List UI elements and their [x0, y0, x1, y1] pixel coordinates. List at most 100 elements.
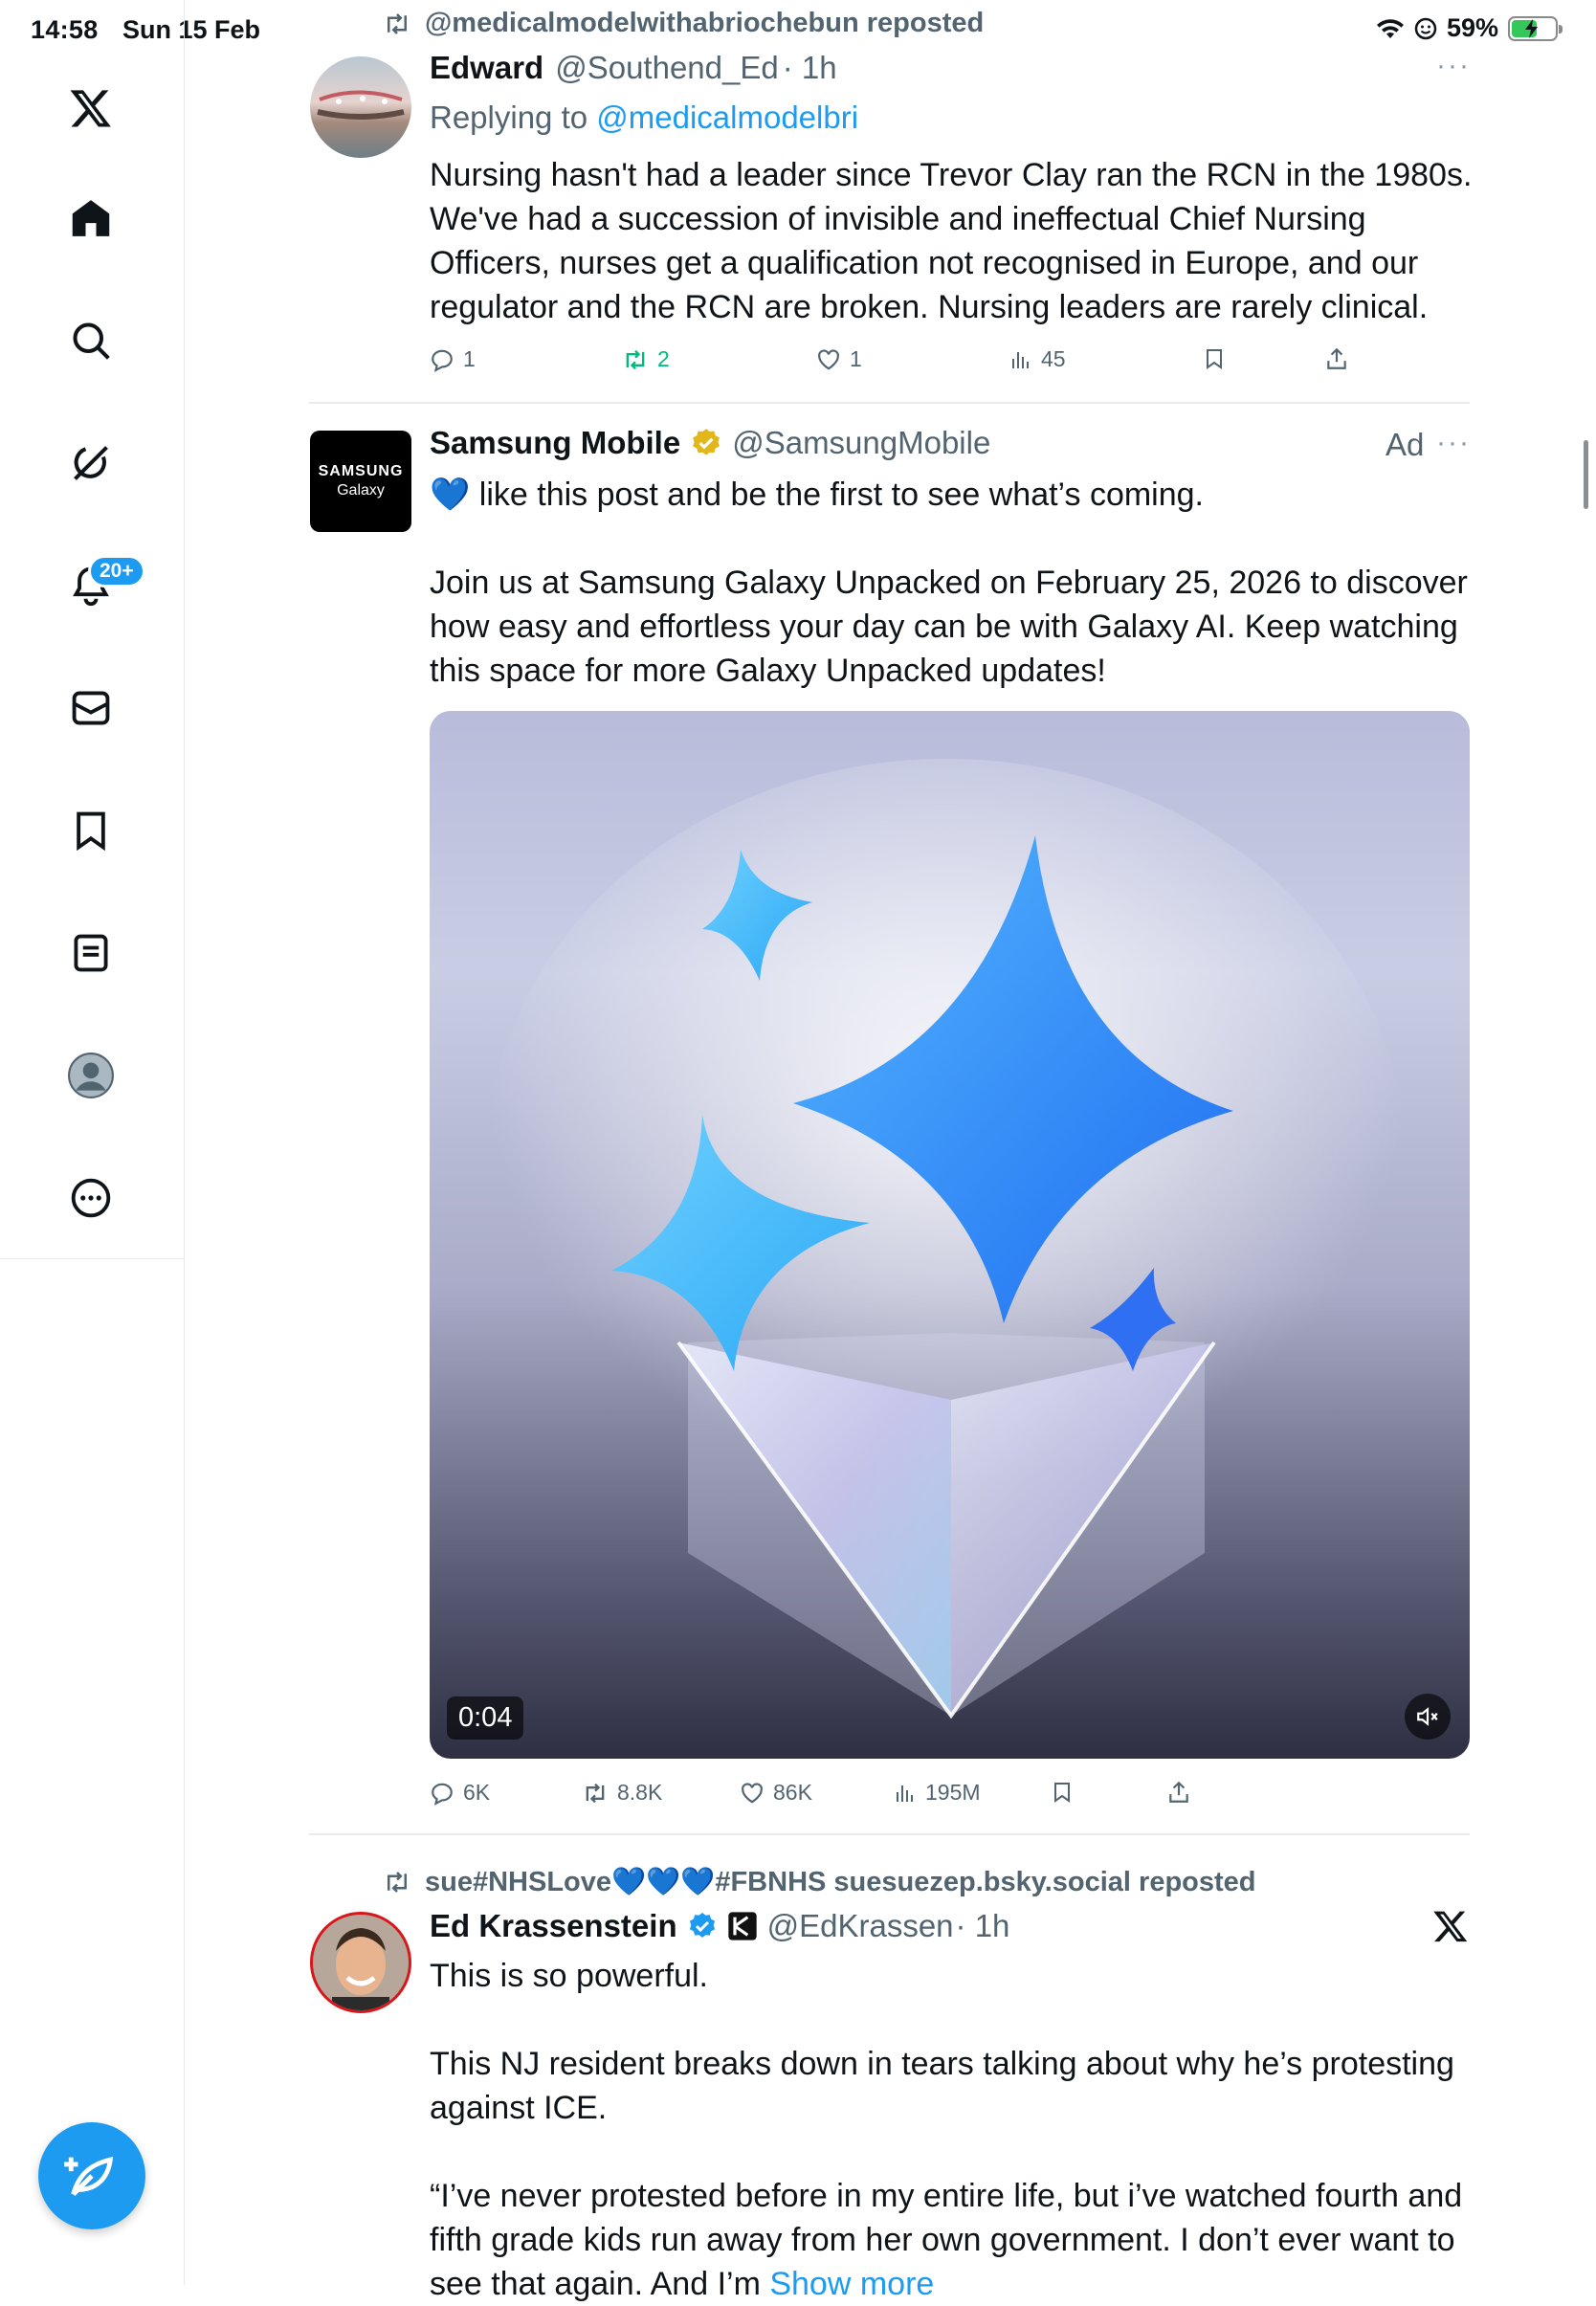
list-icon — [74, 934, 108, 972]
nav-profile[interactable] — [59, 1044, 122, 1107]
reply-button[interactable]: 1 — [430, 346, 476, 372]
repost-context[interactable]: sue#NHSLove💙💙💙#FBNHS suesuezep.bsky.soci… — [383, 1866, 1256, 1898]
share-button[interactable] — [1324, 346, 1349, 371]
post-text-line2: This NJ resident breaks down in tears ta… — [430, 2046, 1454, 2126]
avatar[interactable] — [310, 56, 411, 158]
reply-button[interactable]: 6K — [430, 1780, 490, 1806]
envelope-icon — [72, 691, 110, 725]
avatar-sub-text: Galaxy — [337, 482, 385, 499]
nav-messages[interactable] — [59, 676, 122, 740]
display-name[interactable]: Ed Krassenstein — [430, 1908, 677, 1944]
post-text-body: Join us at Samsung Galaxy Unpacked on Fe… — [430, 565, 1468, 689]
avatar-icon — [68, 1053, 114, 1098]
nav-explore[interactable] — [59, 309, 122, 372]
replying-to: Replying to @medicalmodelbri — [430, 100, 858, 136]
nav-more[interactable] — [59, 1166, 122, 1230]
post-text-line1: 💙 like this post and be the first to see… — [430, 477, 1204, 513]
x-logo-icon — [70, 90, 111, 127]
views-button[interactable]: 195M — [894, 1780, 981, 1806]
post-divider — [309, 402, 1470, 404]
show-more-link[interactable]: Show more — [769, 2266, 934, 2302]
compose-feather-icon — [64, 2156, 114, 2197]
wifi-icon — [1376, 18, 1404, 38]
repost-context-text: @medicalmodelwithabriochebun reposted — [425, 8, 985, 38]
like-count: 1 — [850, 346, 862, 371]
scrollbar[interactable] — [1584, 440, 1588, 509]
share-button[interactable] — [1166, 1780, 1191, 1805]
reply-icon — [432, 349, 453, 372]
charging-bolt-icon — [1525, 18, 1538, 38]
home-icon — [72, 200, 110, 236]
repost-context[interactable]: @medicalmodelwithabriochebun reposted — [383, 8, 984, 39]
views-icon — [897, 1785, 913, 1802]
handle[interactable]: @SamsungMobile — [732, 425, 990, 461]
ad-label: Ad — [1385, 427, 1425, 462]
post-header: Ed Krassenstein @EdKrassen · 1h — [430, 1908, 1009, 1944]
repost-context-text: sue#NHSLove💙💙💙#FBNHS suesuezep.bsky.soci… — [425, 1867, 1256, 1897]
compose-button[interactable] — [38, 2122, 145, 2229]
avatar[interactable] — [310, 1912, 411, 2013]
gold-verified-badge-icon — [693, 429, 720, 455]
post-text: Nursing hasn't had a leader since Trevor… — [430, 157, 1473, 325]
reply-icon — [432, 1783, 453, 1806]
status-indicators: 59% — [1376, 13, 1563, 43]
reply-count: 6K — [463, 1780, 491, 1805]
repost-count: 8.8K — [617, 1780, 663, 1805]
battery-icon — [1508, 15, 1563, 41]
repost-icon — [626, 349, 645, 369]
post-text-line1: This is so powerful. — [430, 1958, 708, 1994]
more-circle-icon — [71, 1178, 111, 1218]
nav-grok[interactable] — [59, 432, 122, 495]
post-header: Edward @Southend_Ed · 1h — [430, 50, 837, 86]
timestamp[interactable]: · 1h — [956, 1908, 1010, 1944]
repost-button[interactable]: 2 — [622, 346, 670, 372]
bookmark-button[interactable] — [1051, 1780, 1074, 1805]
views-icon — [1012, 351, 1029, 368]
repost-count: 2 — [657, 346, 670, 371]
video-frame-illustration — [487, 759, 1406, 1719]
sidebar: 20+ — [0, 0, 185, 1259]
handle[interactable]: @EdKrassen — [767, 1908, 954, 1944]
repost-icon — [388, 1872, 407, 1893]
avatar-brand-text: SAMSUNG — [318, 463, 404, 479]
x-logo-icon — [1432, 1908, 1469, 1949]
handle[interactable]: @Southend_Ed — [555, 50, 779, 86]
avatar-photo — [313, 1915, 409, 2010]
heart-icon — [818, 348, 839, 369]
repost-button[interactable]: 8.8K — [582, 1780, 662, 1806]
x-logo[interactable] — [59, 77, 122, 140]
replying-to-link[interactable]: @medicalmodelbri — [596, 100, 858, 135]
views-button[interactable]: 45 — [1009, 346, 1066, 372]
display-name[interactable]: Edward — [430, 50, 543, 86]
more-options-icon[interactable]: ··· — [1436, 50, 1471, 82]
grok-icon — [74, 446, 108, 480]
search-icon — [73, 322, 110, 360]
display-name[interactable]: Samsung Mobile — [430, 425, 680, 461]
battery-percent: 59% — [1446, 13, 1498, 42]
share-icon — [1327, 347, 1346, 369]
focus-mode-icon — [1414, 17, 1437, 39]
affiliate-badge-icon — [727, 1912, 757, 1940]
bookmark-icon — [1054, 1783, 1070, 1803]
like-button[interactable]: 1 — [816, 346, 862, 372]
muted-speaker-icon — [1417, 1707, 1438, 1726]
timestamp[interactable]: · 1h — [783, 50, 837, 86]
bookmark-button[interactable] — [1203, 346, 1226, 371]
nav-lists[interactable] — [59, 921, 122, 985]
nav-bookmarks[interactable] — [59, 799, 122, 862]
samsung-avatar[interactable]: SAMSUNG Galaxy — [310, 431, 411, 532]
mute-button[interactable] — [1405, 1694, 1451, 1740]
video-player[interactable]: 0:04 — [430, 711, 1470, 1759]
replying-prefix: Replying to — [430, 100, 597, 135]
more-options-icon[interactable]: ··· — [1436, 427, 1471, 459]
views-count: 45 — [1041, 346, 1066, 371]
heart-icon — [742, 1782, 763, 1803]
share-icon — [1169, 1781, 1188, 1803]
reply-count: 1 — [463, 346, 476, 371]
like-button[interactable]: 86K — [740, 1780, 812, 1806]
bookmark-icon — [1207, 349, 1222, 369]
nav-home[interactable] — [59, 187, 122, 250]
repost-icon — [586, 1783, 605, 1803]
avatar-photo — [317, 90, 405, 120]
like-count: 86K — [773, 1780, 812, 1805]
